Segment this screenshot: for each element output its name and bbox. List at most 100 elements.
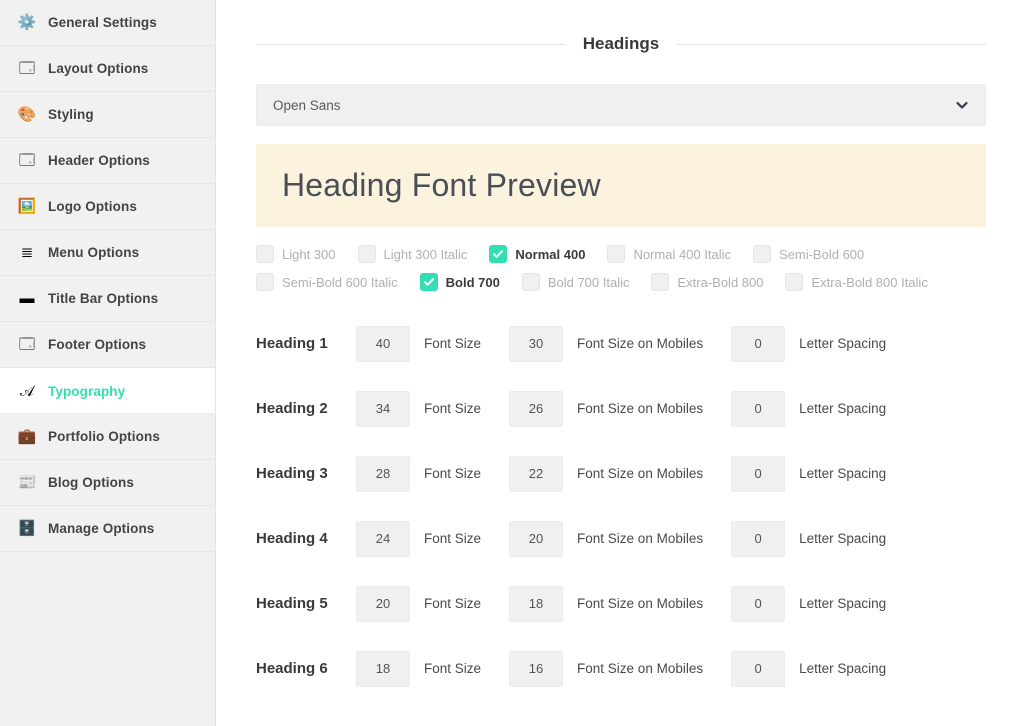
layout-icon: 🗔️ [18,60,36,77]
app-root: ⚙️ General Settings 🗔️ Layout Options 🎨 Styli… [0,0,1026,726]
checkbox-unchecked-icon[interactable] [521,273,540,291]
section-rule-right [677,43,986,45]
sidebar-item-logo-options[interactable]: 🖼️ Logo Options [0,184,215,230]
font-preview-text: Heading Font Preview [282,167,601,203]
letter-spacing-input[interactable]: 0 [731,585,786,622]
heading-name: Heading 6 [256,660,328,677]
checkbox-unchecked-icon[interactable] [651,273,670,291]
sidebar-item-general-settings[interactable]: ⚙️ General Settings [0,0,215,46]
font-weight-row-1: Light 300 Light 300 Italic Normal 400 Norma… [256,245,986,263]
font-weight-label: Bold 700 [445,274,500,290]
font-weight-option-semi-bold-600-italic[interactable]: Semi-Bold 600 Italic [256,273,398,291]
font-size-input[interactable]: 18 [356,650,410,687]
font-weight-label: Bold 700 Italic [547,274,630,290]
font-size-mobile-input[interactable]: 30 [509,325,564,362]
font-family-select-value: Open Sans [273,97,341,113]
sidebar-item-title-bar-options[interactable]: ▬ Title Bar Options [0,276,215,322]
font-weight-option-light-300[interactable]: Light 300 [256,245,336,263]
font-preview-box: Heading Font Preview [256,144,986,227]
checkbox-checked-icon[interactable] [419,273,438,291]
letter-spacing-label: Letter Spacing [799,401,887,416]
sidebar-item-styling[interactable]: 🎨 Styling [0,92,215,138]
footer-icon: 🗔️ [18,336,36,353]
page-title: Headings [582,34,660,53]
sidebar-item-label: General Settings [48,15,157,30]
letter-spacing-input[interactable]: 0 [731,520,786,557]
sidebar-item-label: Title Bar Options [48,291,159,306]
font-size-mobile-input[interactable]: 20 [509,520,564,557]
heading-row: Heading 2 34 Font Size 26 Font Size on Mobil… [256,376,986,441]
font-size-mobile-input[interactable]: 18 [509,585,564,622]
title-bar-icon: ▬ [19,290,35,307]
font-weight-label: Semi-Bold 600 [778,246,865,262]
letter-spacing-label: Letter Spacing [799,661,887,676]
letter-spacing-input[interactable]: 0 [731,455,786,492]
font-weight-option-light-300-italic[interactable]: Light 300 Italic [357,245,467,263]
heading-name: Heading 4 [256,530,328,547]
heading-row: Heading 4 24 Font Size 20 Font Size on Mobil… [256,506,986,571]
heading-settings-list: Heading 1 40 Font Size 30 Font Size on Mobil… [256,311,986,701]
font-family-select[interactable]: Open Sans [256,84,986,126]
sidebar-item-portfolio-options[interactable]: 💼 Portfolio Options [0,414,215,460]
font-size-label: Font Size [424,661,482,676]
font-weight-option-bold-700[interactable]: Bold 700 [419,273,500,291]
checkbox-unchecked-icon[interactable] [607,245,626,263]
checkbox-unchecked-icon[interactable] [256,245,274,263]
sidebar-item-label: Manage Options [48,521,155,536]
checkbox-unchecked-icon[interactable] [256,273,274,291]
font-size-label: Font Size [424,596,482,611]
briefcase-icon: 💼 [17,428,37,445]
sidebar-item-label: Layout Options [48,61,149,76]
font-size-input[interactable]: 20 [356,585,410,622]
checkbox-unchecked-icon[interactable] [752,245,771,263]
font-size-label: Font Size [424,401,482,416]
font-weight-option-extra-bold-800[interactable]: Extra-Bold 800 [651,273,763,291]
letter-spacing-label: Letter Spacing [799,531,887,546]
font-weight-option-extra-bold-800-italic[interactable]: Extra-Bold 800 Italic [785,273,928,291]
checkbox-unchecked-icon[interactable] [357,245,376,263]
font-size-label: Font Size [424,336,482,351]
section-rule-left [256,43,565,45]
font-size-mobile-label: Font Size on Mobiles [577,596,704,611]
heading-row: Heading 1 40 Font Size 30 Font Size on Mobil… [256,311,986,376]
sidebar-item-footer-options[interactable]: 🗔️ Footer Options [0,322,215,368]
sidebar-item-blog-options[interactable]: 📰 Blog Options [0,460,215,506]
archive-icon: 🗄️ [17,520,37,537]
sidebar-item-layout-options[interactable]: 🗔️ Layout Options [0,46,215,92]
letter-a-icon: 𝒜 [19,382,35,400]
heading-row: Heading 5 20 Font Size 18 Font Size on Mobil… [256,571,986,636]
font-weight-label: Normal 400 Italic [633,246,731,262]
font-size-mobile-input[interactable]: 16 [509,650,564,687]
font-size-input[interactable]: 34 [356,390,410,427]
letter-spacing-input[interactable]: 0 [731,325,786,362]
heading-name: Heading 1 [256,335,328,352]
font-size-mobile-input[interactable]: 22 [509,455,564,492]
letter-spacing-input[interactable]: 0 [731,650,786,687]
font-size-input[interactable]: 40 [356,325,410,362]
font-size-input[interactable]: 24 [356,520,410,557]
letter-spacing-input[interactable]: 0 [731,390,786,427]
font-weight-option-semi-bold-600[interactable]: Semi-Bold 600 [752,245,865,263]
font-weight-option-bold-700-italic[interactable]: Bold 700 Italic [521,273,630,291]
font-weight-option-normal-400-italic[interactable]: Normal 400 Italic [607,245,731,263]
font-size-input[interactable]: 28 [356,455,410,492]
section-header: Headings [256,34,986,54]
sidebar-item-header-options[interactable]: 🗔️ Header Options [0,138,215,184]
sidebar-item-manage-options[interactable]: 🗄️ Manage Options [0,506,215,552]
font-size-label: Font Size [424,466,482,481]
checkbox-unchecked-icon[interactable] [785,273,804,291]
font-weight-label: Light 300 [282,246,336,262]
sidebar-item-menu-options[interactable]: ≣ Menu Options [0,230,215,276]
sidebar-item-label: Blog Options [48,475,134,490]
font-size-mobile-input[interactable]: 26 [509,390,564,427]
sidebar-item-label: Logo Options [48,199,137,214]
sidebar: ⚙️ General Settings 🗔️ Layout Options 🎨 Styli… [0,0,216,726]
menu-list-icon: ≣ [20,244,34,261]
checkbox-checked-icon[interactable] [489,245,508,263]
font-weight-label: Extra-Bold 800 [677,274,764,290]
color-wheel-icon: 🎨 [17,106,37,123]
sidebar-item-typography[interactable]: 𝒜 Typography [0,368,215,414]
font-weight-option-normal-400[interactable]: Normal 400 [489,245,585,263]
font-weight-row-2: Semi-Bold 600 Italic Bold 700 Bold 700 Ita… [256,273,986,291]
heading-row: Heading 3 28 Font Size 22 Font Size on Mobil… [256,441,986,506]
